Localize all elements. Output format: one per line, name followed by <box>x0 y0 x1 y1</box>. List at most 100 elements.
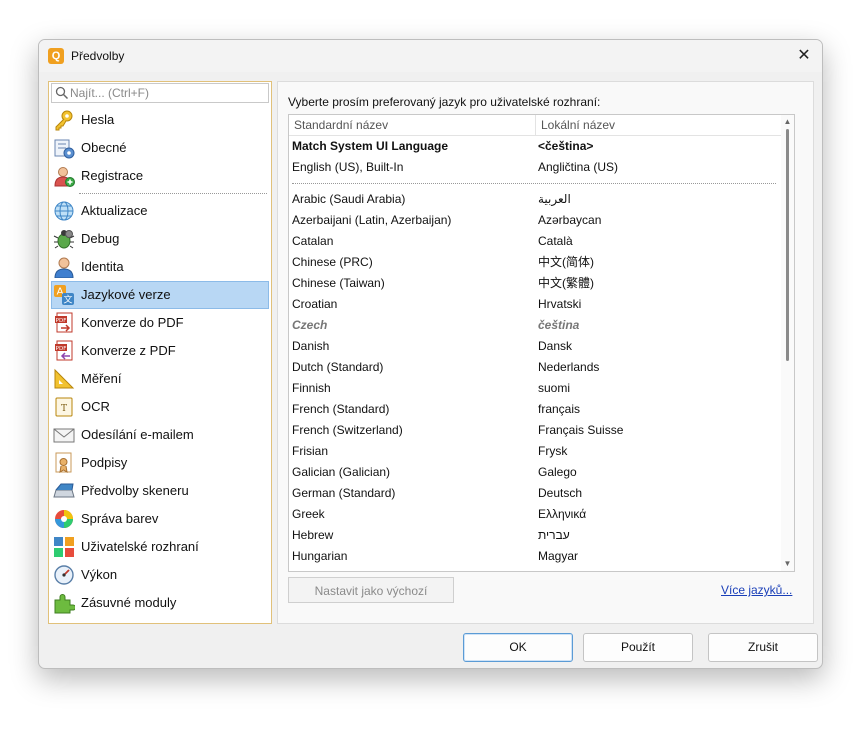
nav-item-ruler[interactable]: Měření <box>51 365 269 393</box>
scroll-up-icon[interactable]: ▲ <box>781 116 794 128</box>
nav-item-label: Konverze do PDF <box>81 315 184 330</box>
language-row[interactable]: Croatian Hrvatski <box>289 294 782 315</box>
svg-text:T: T <box>61 404 67 414</box>
language-row[interactable]: Chinese (PRC) 中文(简体) <box>289 252 782 273</box>
nav-item-key[interactable]: Hesla <box>51 106 269 134</box>
local-name-cell: <čeština> <box>538 139 594 153</box>
user-icon <box>54 257 74 278</box>
language-row[interactable]: French (Switzerland) Français Suisse <box>289 420 782 441</box>
local-name-cell: Ελληνικά <box>538 507 587 521</box>
nav-item-label: Odesílání e-mailem <box>81 427 194 442</box>
pdf-convert-to-icon: PDF <box>55 312 73 333</box>
language-row[interactable]: Frisian Frysk <box>289 441 782 462</box>
column-divider[interactable] <box>535 115 536 135</box>
apply-button[interactable]: Použít <box>583 633 693 662</box>
language-row[interactable]: Czech čeština <box>289 315 782 336</box>
close-button[interactable]: ✕ <box>794 46 814 66</box>
local-name-cell: Français Suisse <box>538 423 624 437</box>
local-name-cell: 中文(简体) <box>538 255 594 269</box>
local-name-cell: suomi <box>538 381 571 395</box>
title-bar[interactable]: Q Předvolby ✕ <box>39 40 822 72</box>
nav-item-plugin[interactable]: Zásuvné moduly <box>51 589 269 617</box>
language-row[interactable]: Hebrew עברית <box>289 525 782 546</box>
scanner-icon <box>53 483 75 498</box>
search-input[interactable] <box>70 85 264 101</box>
app-logo-icon: Q <box>48 48 64 64</box>
language-row[interactable]: Chinese (Taiwan) 中文(繁體) <box>289 273 782 294</box>
nav-item-language[interactable]: A 文 Jazykové verze <box>51 281 269 309</box>
nav-item-scanner[interactable]: Předvolby skeneru <box>51 477 269 505</box>
email-icon <box>53 428 75 443</box>
ok-button[interactable]: OK <box>463 633 573 662</box>
language-row[interactable]: Dutch (Standard) Nederlands <box>289 357 782 378</box>
language-row[interactable]: Galician (Galician) Galego <box>289 462 782 483</box>
nav-item-label: Výkon <box>81 567 118 582</box>
language-row[interactable]: German (Standard) Deutsch <box>289 483 782 504</box>
nav-item-general-settings[interactable]: Obecné <box>51 134 269 162</box>
standard-name-cell: Frisian <box>292 444 329 458</box>
standard-name-cell: Azerbaijani (Latin, Azerbaijan) <box>292 213 452 227</box>
nav-item-label: Konverze z PDF <box>81 343 176 358</box>
standard-name-cell: Arabic (Saudi Arabia) <box>292 192 406 206</box>
local-name-cell: Dansk <box>538 339 573 353</box>
more-languages-link[interactable]: Více jazyků... <box>721 583 792 597</box>
language-row[interactable]: French (Standard) français <box>289 399 782 420</box>
nav-item-email[interactable]: Odesílání e-mailem <box>51 421 269 449</box>
nav-item-label: Jazykové verze <box>81 287 171 302</box>
search-icon <box>55 86 69 100</box>
nav-item-ui-layout[interactable]: Uživatelské rozhraní <box>51 533 269 561</box>
language-row[interactable]: Finnish suomi <box>289 378 782 399</box>
cancel-button[interactable]: Zrušit <box>708 633 818 662</box>
column-header-local[interactable]: Lokální název <box>541 118 615 132</box>
language-row[interactable]: Hungarian Magyar <box>289 546 782 567</box>
nav-item-user-add[interactable]: Registrace <box>51 162 269 190</box>
nav-item-pdf-convert-to[interactable]: PDF Konverze do PDF <box>51 309 269 337</box>
nav-item-label: Správa barev <box>81 511 159 526</box>
standard-name-cell: Catalan <box>292 234 334 248</box>
standard-name-cell: Galician (Galician) <box>292 465 391 479</box>
local-name-cell: Frysk <box>538 444 568 458</box>
language-row[interactable]: Arabic (Saudi Arabia) العربية <box>289 189 782 210</box>
language-row[interactable]: Catalan Català <box>289 231 782 252</box>
nav-item-pdf-convert-from[interactable]: PDF Konverze z PDF <box>51 337 269 365</box>
user-add-icon <box>54 167 75 187</box>
local-name-cell: Galego <box>538 465 577 479</box>
vertical-scrollbar[interactable]: ▲ ▼ <box>781 115 794 571</box>
nav-item-label: Hesla <box>81 112 115 127</box>
standard-name-cell: French (Switzerland) <box>292 423 403 437</box>
nav-item-color-wheel[interactable]: Správa barev <box>51 505 269 533</box>
nav-item-label: Uživatelské rozhraní <box>81 539 199 554</box>
bug-icon <box>53 230 75 249</box>
nav-item-ocr[interactable]: T OCR <box>51 393 269 421</box>
ruler-icon <box>54 368 75 389</box>
set-default-button[interactable]: Nastavit jako výchozí <box>288 577 454 603</box>
scrollbar-thumb[interactable] <box>786 129 789 361</box>
nav-item-label: Debug <box>81 231 120 246</box>
nav-item-label: Podpisy <box>81 455 128 470</box>
language-table[interactable]: Standardní název Lokální název Match Sys… <box>288 114 795 572</box>
language-row[interactable]: Danish Dansk <box>289 336 782 357</box>
standard-name-cell: Hungarian <box>292 549 348 563</box>
local-name-cell: Deutsch <box>538 486 583 500</box>
nav-item-speedometer[interactable]: Výkon <box>51 561 269 589</box>
local-name-cell: Nederlands <box>538 360 600 374</box>
svg-text:PDF: PDF <box>56 318 67 324</box>
search-box[interactable] <box>51 83 269 103</box>
language-row[interactable]: Greek Ελληνικά <box>289 504 782 525</box>
nav-item-label: Aktualizace <box>81 203 148 218</box>
standard-name-cell: Danish <box>292 339 330 353</box>
signature-icon <box>55 452 72 473</box>
language-row[interactable]: Match System UI Language <čeština> <box>289 136 782 157</box>
language-row[interactable]: English (US), Built-In Angličtina (US) <box>289 157 782 178</box>
column-header-standard[interactable]: Standardní název <box>294 118 388 132</box>
nav-item-label: Měření <box>81 371 122 386</box>
language-row[interactable]: Azerbaijani (Latin, Azerbaijan) Azərbayca… <box>289 210 782 231</box>
nav-item-user[interactable]: Identita <box>51 253 269 281</box>
scroll-down-icon[interactable]: ▼ <box>781 558 794 570</box>
nav-item-globe-update[interactable]: Aktualizace <box>51 197 269 225</box>
standard-name-cell: Match System UI Language <box>292 139 449 153</box>
nav-item-bug[interactable]: Debug <box>51 225 269 253</box>
nav-item-signature[interactable]: Podpisy <box>51 449 269 477</box>
category-panel: Hesla Obecné Registrace Aktualizace Debug Ide… <box>48 81 272 624</box>
local-name-cell: Català <box>538 234 573 248</box>
